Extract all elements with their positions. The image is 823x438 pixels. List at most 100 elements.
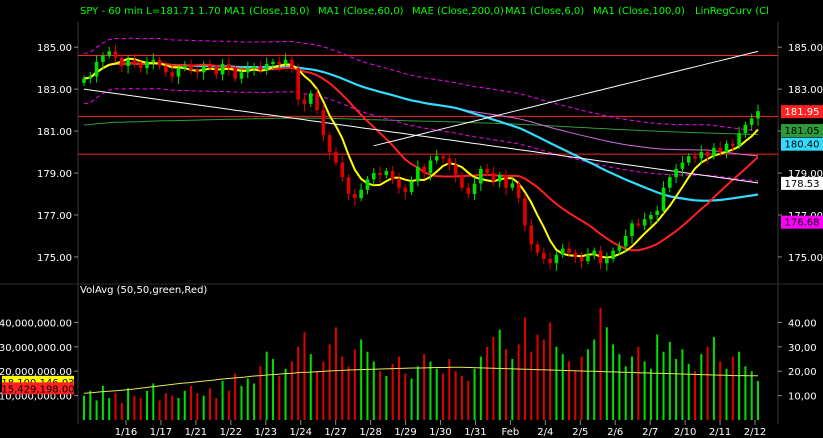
volume-bar[interactable] bbox=[479, 356, 482, 420]
candle-body[interactable] bbox=[642, 219, 647, 226]
volume-bar[interactable] bbox=[127, 388, 130, 420]
volume-bar[interactable] bbox=[586, 349, 589, 420]
candle-body[interactable] bbox=[334, 152, 338, 163]
volume-bar[interactable] bbox=[271, 359, 274, 420]
candle-body[interactable] bbox=[598, 250, 603, 264]
candle-body[interactable] bbox=[208, 66, 212, 69]
candle-body[interactable] bbox=[579, 256, 584, 262]
volume-bar[interactable] bbox=[725, 368, 728, 420]
candle-body[interactable] bbox=[586, 254, 590, 262]
candle-body[interactable] bbox=[82, 78, 86, 83]
candle-body[interactable] bbox=[592, 250, 597, 255]
volume-bar[interactable] bbox=[574, 371, 577, 420]
candle-body[interactable] bbox=[554, 254, 559, 264]
candle-body[interactable] bbox=[737, 133, 741, 146]
candle-body[interactable] bbox=[157, 59, 162, 67]
volume-bar[interactable] bbox=[492, 337, 495, 420]
candle-body[interactable] bbox=[403, 187, 408, 192]
volume-bar[interactable] bbox=[712, 337, 715, 420]
volume-bar[interactable] bbox=[89, 390, 92, 420]
candle-body[interactable] bbox=[686, 156, 691, 163]
volume-bar[interactable] bbox=[536, 334, 539, 420]
volume-bar[interactable] bbox=[322, 361, 325, 420]
candle-body[interactable] bbox=[239, 72, 244, 79]
candle-body[interactable] bbox=[416, 166, 420, 182]
volume-bar[interactable] bbox=[83, 395, 85, 420]
volume-bar[interactable] bbox=[145, 390, 148, 420]
volume-bar[interactable] bbox=[385, 376, 388, 420]
candle-body[interactable] bbox=[271, 61, 275, 64]
candle-body[interactable] bbox=[371, 173, 376, 180]
candle-body[interactable] bbox=[365, 179, 370, 190]
volume-bar[interactable] bbox=[454, 371, 457, 420]
candle-body[interactable] bbox=[422, 166, 426, 174]
candle-body[interactable] bbox=[705, 152, 710, 157]
candle-body[interactable] bbox=[220, 63, 225, 75]
candle-body[interactable] bbox=[346, 177, 351, 194]
candle-body[interactable] bbox=[308, 93, 313, 104]
candle-body[interactable] bbox=[384, 170, 389, 176]
candle-body[interactable] bbox=[668, 177, 672, 188]
volume-bar[interactable] bbox=[410, 378, 413, 420]
candle-body[interactable] bbox=[453, 164, 458, 176]
candle-body[interactable] bbox=[252, 66, 256, 69]
volume-bar[interactable] bbox=[265, 351, 268, 420]
candle-body[interactable] bbox=[321, 110, 326, 136]
volume-bar[interactable] bbox=[183, 390, 186, 420]
volume-bar[interactable] bbox=[208, 388, 211, 420]
volume-bar[interactable] bbox=[605, 327, 608, 420]
volume-bar[interactable] bbox=[429, 361, 432, 420]
volume-bar[interactable] bbox=[750, 371, 753, 420]
volume-bar[interactable] bbox=[675, 359, 678, 420]
volume-bar[interactable] bbox=[284, 368, 287, 420]
candle-body[interactable] bbox=[359, 189, 363, 199]
volume-bar[interactable] bbox=[549, 322, 552, 420]
volume-bar[interactable] bbox=[460, 376, 463, 420]
candle-body[interactable] bbox=[409, 181, 414, 192]
candle-body[interactable] bbox=[378, 173, 382, 176]
volume-bar[interactable] bbox=[423, 354, 426, 420]
volume-bar[interactable] bbox=[473, 368, 476, 420]
volume-bar[interactable] bbox=[215, 398, 218, 420]
candle-body[interactable] bbox=[327, 135, 332, 153]
candle-body[interactable] bbox=[611, 250, 615, 260]
volume-bar[interactable] bbox=[448, 359, 451, 420]
candle-body[interactable] bbox=[743, 124, 748, 134]
candle-body[interactable] bbox=[119, 57, 124, 67]
volume-bar[interactable] bbox=[259, 366, 262, 420]
candle-body[interactable] bbox=[340, 162, 345, 178]
candle-body[interactable] bbox=[132, 59, 137, 64]
volume-bar[interactable] bbox=[221, 380, 224, 420]
candle-body[interactable] bbox=[101, 55, 105, 62]
candle-body[interactable] bbox=[233, 68, 237, 79]
volume-bar[interactable] bbox=[649, 368, 652, 420]
volume-bar[interactable] bbox=[347, 366, 350, 420]
volume-bar[interactable] bbox=[290, 361, 293, 420]
volume-bar[interactable] bbox=[593, 339, 596, 420]
volume-bar[interactable] bbox=[505, 349, 508, 420]
candle-body[interactable] bbox=[264, 63, 269, 71]
volume-bar[interactable] bbox=[700, 354, 703, 420]
candle-body[interactable] bbox=[447, 158, 452, 165]
candle-body[interactable] bbox=[630, 223, 634, 236]
volume-bar[interactable] bbox=[555, 346, 558, 420]
candle-body[interactable] bbox=[107, 51, 111, 56]
candle-body[interactable] bbox=[126, 59, 130, 67]
volume-bar[interactable] bbox=[706, 346, 709, 420]
candle-body[interactable] bbox=[434, 156, 439, 161]
volume-bar[interactable] bbox=[486, 346, 489, 420]
candle-body[interactable] bbox=[535, 244, 540, 253]
volume-bar[interactable] bbox=[757, 380, 759, 420]
candle-body[interactable] bbox=[145, 61, 149, 69]
candle-body[interactable] bbox=[302, 99, 307, 104]
candle-body[interactable] bbox=[567, 248, 571, 253]
volume-bar[interactable] bbox=[108, 398, 111, 420]
volume-bar[interactable] bbox=[731, 356, 734, 420]
volume-bar[interactable] bbox=[190, 385, 193, 420]
volume-bar[interactable] bbox=[404, 373, 407, 420]
candle-body[interactable] bbox=[649, 214, 653, 220]
candle-body[interactable] bbox=[113, 51, 118, 58]
candle-body[interactable] bbox=[573, 252, 578, 257]
volume-bar[interactable] bbox=[618, 354, 621, 420]
volume-bar[interactable] bbox=[561, 354, 564, 420]
